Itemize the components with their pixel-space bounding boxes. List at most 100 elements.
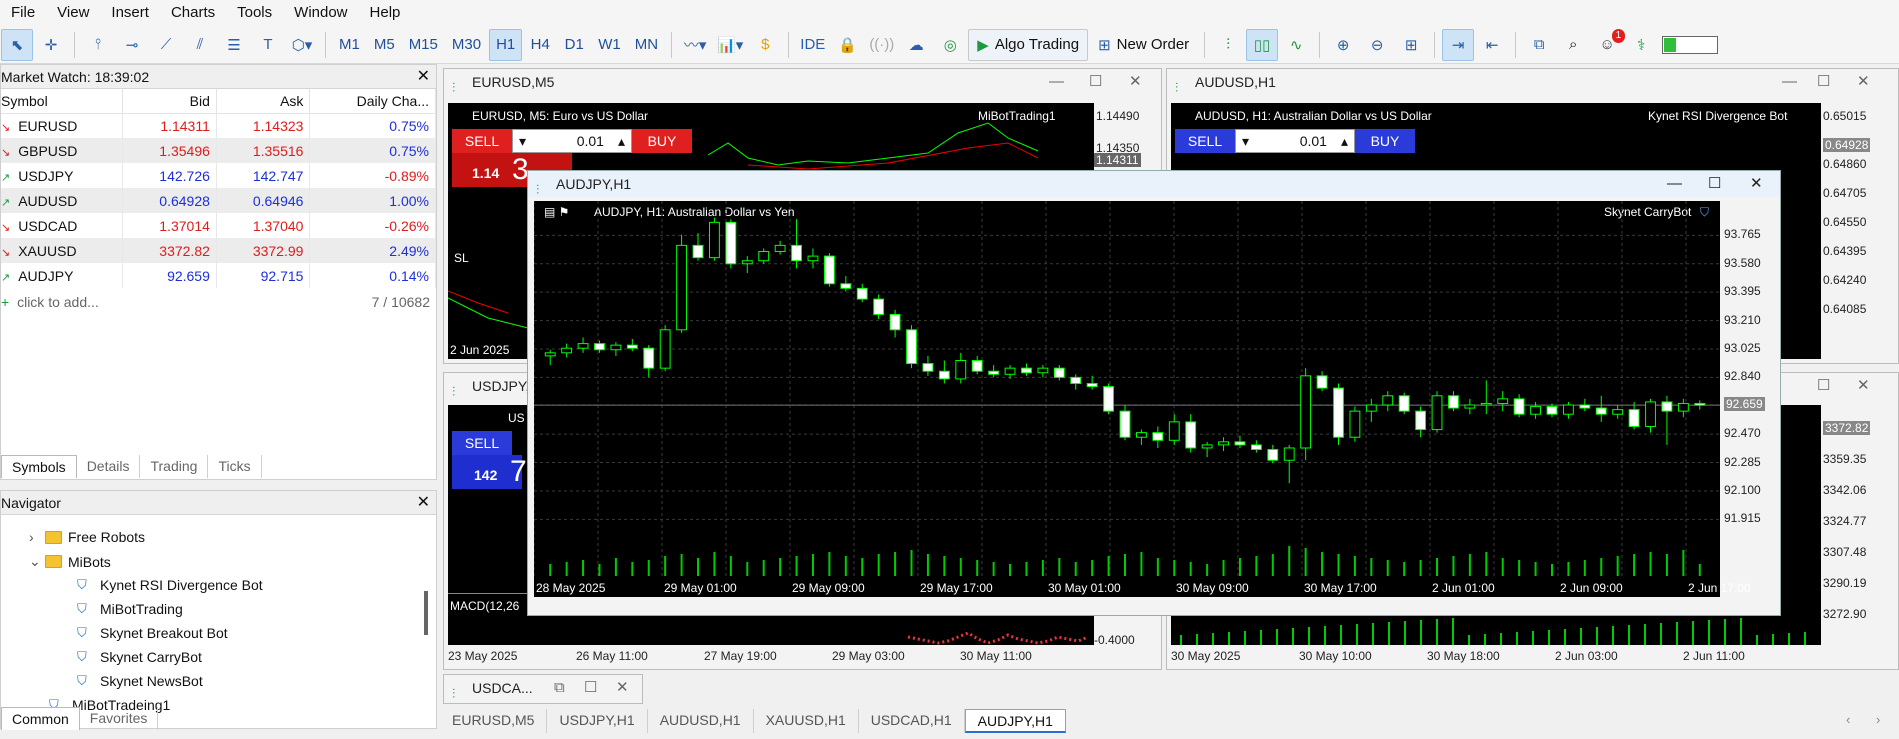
- column-header[interactable]: Symbol: [1, 89, 124, 114]
- close-icon[interactable]: ✕: [616, 675, 629, 701]
- chevron-up-icon[interactable]: ▴: [1335, 133, 1354, 150]
- signal-icon[interactable]: ((·)): [865, 29, 898, 61]
- column-header[interactable]: Bid: [122, 89, 217, 114]
- menu-insert[interactable]: Insert: [100, 0, 160, 26]
- candlestick-icon[interactable]: ▯▯: [1246, 28, 1279, 61]
- close-icon[interactable]: ✕: [1129, 69, 1142, 95]
- restore-icon[interactable]: ⧉: [554, 675, 565, 701]
- timeframe-m1[interactable]: M1: [333, 29, 366, 61]
- tab-symbols[interactable]: Symbols: [1, 455, 77, 478]
- tab-favorites[interactable]: Favorites: [80, 707, 159, 730]
- maximize-icon[interactable]: ☐: [1817, 373, 1830, 399]
- search-icon[interactable]: ⌕: [1557, 29, 1589, 61]
- autoscroll-icon[interactable]: ⇥: [1442, 28, 1475, 61]
- chart-tab[interactable]: USDCAD,H1: [859, 709, 965, 733]
- timeframe-m5[interactable]: M5: [368, 29, 401, 61]
- menu-view[interactable]: View: [46, 0, 100, 26]
- navigator-scrollbar[interactable]: [424, 591, 428, 635]
- close-icon[interactable]: ✕: [417, 491, 430, 515]
- fibonacci-icon[interactable]: ☰: [218, 29, 250, 61]
- maximize-icon[interactable]: ☐: [1708, 171, 1721, 197]
- maximize-icon[interactable]: ☐: [1817, 69, 1830, 95]
- column-header[interactable]: Daily Cha...: [309, 89, 436, 114]
- tab-scroll-left-icon[interactable]: ‹: [1846, 712, 1850, 727]
- navigator-item[interactable]: ⛉ MiBotTrading: [77, 601, 183, 617]
- bar-chart-icon[interactable]: ⫶: [1212, 29, 1244, 61]
- zoom-out-icon[interactable]: ⊖: [1361, 29, 1393, 61]
- timeframe-w1[interactable]: W1: [592, 29, 627, 61]
- market-watch-row[interactable]: ↗ USDJPY 142.726 142.747 -0.89%: [1, 163, 436, 188]
- trend-line-icon[interactable]: ⟋: [150, 29, 182, 61]
- timeframe-m30[interactable]: M30: [446, 29, 487, 61]
- lock-icon[interactable]: 🔒: [831, 29, 863, 61]
- minimize-icon[interactable]: —: [1049, 69, 1064, 95]
- timeframe-h4[interactable]: H4: [524, 29, 556, 61]
- column-header[interactable]: Ask: [216, 89, 311, 114]
- crosshair-icon[interactable]: ✛: [35, 29, 67, 61]
- minimize-icon[interactable]: —: [1667, 171, 1682, 197]
- audusd-sell-button[interactable]: SELL: [1175, 129, 1235, 153]
- global-icon[interactable]: ◎: [934, 29, 966, 61]
- audusd-buy-button[interactable]: BUY: [1355, 129, 1415, 153]
- add-symbol-row[interactable]: + click to add... 7 / 10682: [1, 291, 436, 313]
- close-icon[interactable]: ✕: [1750, 171, 1763, 197]
- navigator-item[interactable]: ⛉ Skynet CarryBot: [77, 649, 202, 665]
- chart-tab[interactable]: AUDUSD,H1: [648, 709, 754, 733]
- text-tool-icon[interactable]: T: [252, 29, 284, 61]
- market-watch-row[interactable]: ↘ GBPUSD 1.35496 1.35516 0.75%: [1, 138, 436, 163]
- menu-file[interactable]: File: [0, 0, 46, 26]
- audjpy-plot[interactable]: ▤ ⚑ AUDJPY, H1: Australian Dollar vs Yen…: [534, 201, 1720, 597]
- navigator-item[interactable]: ⛉ Kynet RSI Divergence Bot: [77, 577, 263, 593]
- templates-icon[interactable]: ⧉: [1523, 29, 1555, 61]
- minimize-icon[interactable]: —: [1782, 69, 1797, 95]
- menu-help[interactable]: Help: [359, 0, 412, 26]
- notifications-icon[interactable]: ☺ 1: [1591, 28, 1626, 61]
- zoom-in-icon[interactable]: ⊕: [1327, 29, 1359, 61]
- market-watch-row[interactable]: ↗ AUDJPY 92.659 92.715 0.14%: [1, 263, 436, 288]
- market-watch-row[interactable]: ↗ AUDUSD 0.64928 0.64946 1.00%: [1, 188, 436, 213]
- tab-details[interactable]: Details: [77, 455, 141, 478]
- algo-trading-button[interactable]: ▶ Algo Trading: [968, 28, 1089, 61]
- chart-tab[interactable]: AUDJPY,H1: [964, 709, 1066, 733]
- timeframe-d1[interactable]: D1: [558, 29, 590, 61]
- chart-type-icon[interactable]: 〰▾: [679, 29, 711, 61]
- maximize-icon[interactable]: ☐: [584, 675, 597, 701]
- vps-cloud-icon[interactable]: ☁: [900, 29, 932, 61]
- chart-shift-icon[interactable]: ⇤: [1476, 29, 1508, 61]
- chart-tab[interactable]: XAUUSD,H1: [754, 709, 859, 733]
- chevron-down-icon[interactable]: ⌄: [29, 553, 45, 570]
- horizontal-line-icon[interactable]: ⊸: [116, 29, 148, 61]
- maximize-icon[interactable]: ☐: [1089, 69, 1102, 95]
- channel-icon[interactable]: ⫽: [184, 29, 216, 61]
- tab-trading[interactable]: Trading: [140, 455, 209, 478]
- indicators-icon[interactable]: 📊▾: [713, 29, 747, 61]
- tab-common[interactable]: Common: [1, 707, 80, 730]
- new-order-button[interactable]: ⊞ New Order: [1090, 29, 1197, 61]
- tab-ticks[interactable]: Ticks: [208, 455, 262, 478]
- grid-icon[interactable]: ⊞: [1395, 29, 1427, 61]
- timeframe-h1[interactable]: H1: [489, 28, 523, 61]
- market-watch-row[interactable]: ↘ USDCAD 1.37014 1.37040 -0.26%: [1, 213, 436, 238]
- ide-button[interactable]: IDE: [796, 29, 829, 61]
- navigator-item[interactable]: ⛉ Skynet NewsBot: [77, 673, 203, 689]
- chevron-down-icon[interactable]: ▾: [1236, 133, 1255, 150]
- audusd-lot-input[interactable]: ▾ 0.01 ▴: [1235, 129, 1355, 153]
- menu-window[interactable]: Window: [283, 0, 358, 26]
- timeframe-mn[interactable]: MN: [629, 29, 664, 61]
- navigator-item[interactable]: ⌄ MiBots: [29, 553, 111, 570]
- timeframe-m15[interactable]: M15: [403, 29, 444, 61]
- market-icon[interactable]: $: [749, 29, 781, 61]
- usdcad-minimized-window[interactable]: ⫶ USDCA... ⧉ ☐ ✕: [443, 674, 643, 704]
- close-icon[interactable]: ✕: [1857, 373, 1870, 399]
- level-icon[interactable]: ⚕: [1625, 29, 1657, 61]
- close-icon[interactable]: ✕: [1857, 69, 1870, 95]
- vertical-line-icon[interactable]: ⫯: [82, 29, 114, 61]
- navigator-item[interactable]: › Free Robots: [29, 529, 145, 545]
- chart-tab[interactable]: USDJPY,H1: [547, 709, 648, 733]
- navigator-item[interactable]: ⛉ Skynet Breakout Bot: [77, 625, 228, 641]
- market-watch-row[interactable]: ↘ EURUSD 1.14311 1.14323 0.75%: [1, 113, 436, 138]
- chart-tab[interactable]: EURUSD,M5: [440, 709, 548, 733]
- menu-charts[interactable]: Charts: [160, 0, 226, 26]
- market-watch-row[interactable]: ↘ XAUUSD 3372.82 3372.99 2.49%: [1, 238, 436, 263]
- shapes-icon[interactable]: ⬡▾: [286, 29, 318, 61]
